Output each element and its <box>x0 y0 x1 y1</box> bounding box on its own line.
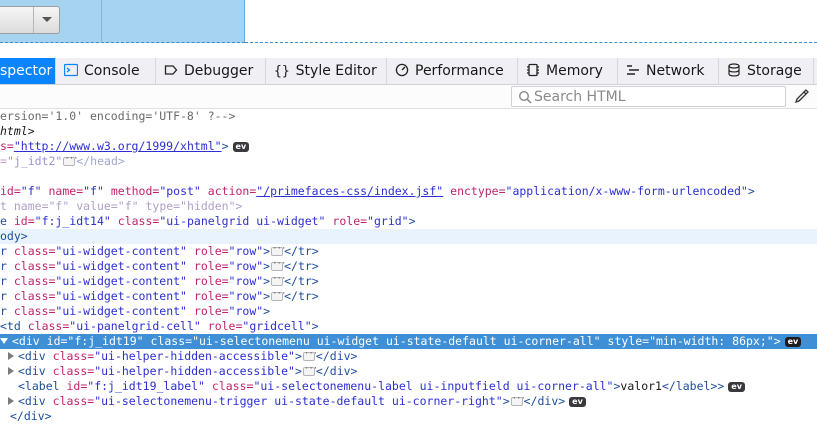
search-input[interactable] <box>534 87 779 106</box>
tree-node[interactable]: <td class="ui-panelgrid-cell" role="grid… <box>0 319 817 334</box>
element-highlight-overlay <box>0 0 245 43</box>
search-box <box>511 86 786 107</box>
tree-node[interactable]: ersion='1.0' encoding='UTF-8' ?--> <box>0 109 817 124</box>
tab-label: Network <box>646 63 705 79</box>
tree-node[interactable]: html> <box>0 124 817 139</box>
tab-label: Performance <box>415 63 504 79</box>
chevron-down-icon <box>33 7 60 33</box>
tree-node[interactable]: id="f" name="f" method="post" action="/p… <box>0 184 817 199</box>
eyedropper-icon[interactable] <box>794 88 810 104</box>
tab-memory[interactable]: Memory <box>518 58 618 84</box>
memory-icon <box>526 60 540 77</box>
selectonemenu-preview <box>0 6 60 34</box>
tree-node[interactable]: r class="ui-widget-content" role="row"> <box>0 304 817 319</box>
tab-label: Style Editor <box>295 63 377 79</box>
storage-icon <box>727 60 741 77</box>
expand-toggle-icon[interactable] <box>8 367 14 375</box>
tree-node[interactable]: r class="ui-widget-content" role="row"><… <box>0 287 817 304</box>
collapsed-content-icon[interactable] <box>63 152 78 167</box>
highlight-guide-line <box>245 42 817 43</box>
markup-tree: ersion='1.0' encoding='UTF-8' ?--> html>… <box>0 109 817 429</box>
tab-console[interactable]: Console <box>56 58 156 84</box>
style-editor-icon: {} <box>274 64 290 79</box>
tree-node[interactable]: <div class="ui-helper-hidden-accessible"… <box>0 347 817 364</box>
page-preview <box>0 0 817 58</box>
tab-label: Console <box>84 63 140 79</box>
collapsed-content-icon[interactable] <box>271 287 285 302</box>
tree-node[interactable]: <label id="f:j_idt19_label" class="ui-se… <box>0 379 817 394</box>
tree-node[interactable]: r class="ui-widget-content" role="row"><… <box>0 272 817 289</box>
collapsed-content-icon[interactable] <box>302 362 317 377</box>
debugger-icon <box>164 60 178 75</box>
expand-toggle-icon[interactable] <box>8 352 14 360</box>
console-icon <box>63 60 79 77</box>
toolbox-tabbar: spector Console Debugger {} Style Editor … <box>0 58 817 85</box>
event-badge[interactable]: ev <box>569 397 586 407</box>
tree-node[interactable]: r class="ui-widget-content" role="row"><… <box>0 242 817 259</box>
tree-node[interactable]: r class="ui-widget-content" role="row"><… <box>0 257 817 274</box>
tree-node[interactable]: <div class="ui-helper-hidden-accessible"… <box>0 362 817 379</box>
tab-storage[interactable]: Storage <box>719 58 814 84</box>
tree-node[interactable]: e id="f:j_idt14" class="ui-panelgrid ui-… <box>0 214 817 229</box>
collapsed-content-icon[interactable] <box>302 347 317 362</box>
tab-inspector[interactable]: spector <box>0 58 56 84</box>
collapsed-content-icon[interactable] <box>271 272 285 287</box>
tree-node[interactable]: <div class="ui-selectonemenu-trigger ui-… <box>0 392 817 409</box>
tree-node[interactable]: t name="f" value="f" type="hidden"> <box>0 199 817 214</box>
tab-style-editor[interactable]: {} Style Editor <box>266 58 387 84</box>
highlight-divider <box>101 0 102 43</box>
tab-network[interactable]: Network <box>618 58 719 84</box>
tree-node[interactable]: ="j_idt2"</head> <box>0 152 817 169</box>
event-badge[interactable]: ev <box>784 337 802 347</box>
tree-node[interactable]: </div> <box>0 409 817 424</box>
tab-label: Storage <box>747 63 802 79</box>
collapsed-content-icon[interactable] <box>510 392 525 407</box>
collapsed-content-icon[interactable] <box>271 242 285 257</box>
collapsed-content-icon[interactable] <box>271 257 285 272</box>
tab-label: spector <box>0 63 53 79</box>
tab-label: Memory <box>546 63 603 79</box>
expand-toggle-icon[interactable] <box>8 397 14 405</box>
inspector-searchbar <box>0 85 817 109</box>
tree-node[interactable]: s="http://www.w3.org/1999/xhtml"> ev <box>0 139 817 154</box>
tree-node[interactable]: ody> <box>0 229 817 244</box>
event-badge[interactable]: ev <box>232 142 250 152</box>
tab-debugger[interactable]: Debugger <box>156 58 266 84</box>
expand-toggle-icon[interactable] <box>0 338 8 344</box>
performance-icon <box>395 60 409 77</box>
tab-label: Debugger <box>184 63 254 79</box>
event-badge[interactable]: ev <box>728 382 745 392</box>
tree-node-selected[interactable]: <div id="f:j_idt19" class="ui-selectonem… <box>0 334 817 349</box>
search-icon <box>518 90 532 104</box>
network-icon <box>626 60 640 75</box>
tab-performance[interactable]: Performance <box>387 58 518 84</box>
